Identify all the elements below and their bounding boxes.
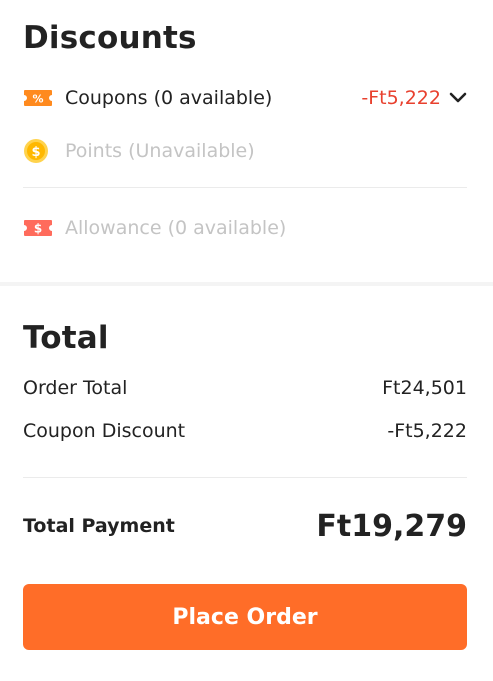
place-order-button[interactable]: Place Order: [23, 584, 467, 650]
allowance-label: Allowance (0 available): [65, 217, 287, 239]
total-payment-value: Ft19,279: [316, 508, 467, 544]
coupons-label: Coupons (0 available): [65, 87, 273, 109]
total-title: Total: [23, 320, 109, 356]
divider: [23, 187, 467, 188]
order-total-value: Ft24,501: [382, 377, 467, 399]
total-section: Total Order Total Ft24,501 Coupon Discou…: [0, 286, 493, 650]
coupon-discount-value: -Ft5,222: [387, 420, 467, 442]
divider: [23, 477, 467, 478]
order-total-label: Order Total: [23, 377, 128, 399]
svg-text:$: $: [34, 222, 42, 236]
coupon-discount-label: Coupon Discount: [23, 420, 186, 442]
coupons-row[interactable]: % Coupons (0 available) -Ft5,222: [23, 82, 467, 114]
chevron-down-icon[interactable]: [449, 89, 467, 107]
coupon-ticket-icon: %: [23, 87, 53, 109]
allowance-ticket-icon: $: [23, 217, 53, 239]
coupon-discount-row: Coupon Discount -Ft5,222: [23, 413, 467, 449]
svg-text:$: $: [31, 145, 40, 160]
points-label: Points (Unavailable): [65, 140, 255, 162]
discounts-title: Discounts: [23, 20, 197, 56]
order-total-row: Order Total Ft24,501: [23, 370, 467, 406]
allowance-row: $ Allowance (0 available): [23, 212, 467, 244]
discounts-section: Discounts % Coupons (0 available) -Ft5,2…: [0, 0, 493, 282]
coin-icon: $: [23, 139, 53, 163]
coupons-discount-value: -Ft5,222: [361, 87, 441, 109]
svg-text:%: %: [32, 93, 43, 106]
total-payment-label: Total Payment: [23, 515, 175, 537]
total-payment-row: Total Payment Ft19,279: [23, 506, 467, 546]
points-row: $ Points (Unavailable): [23, 135, 467, 167]
